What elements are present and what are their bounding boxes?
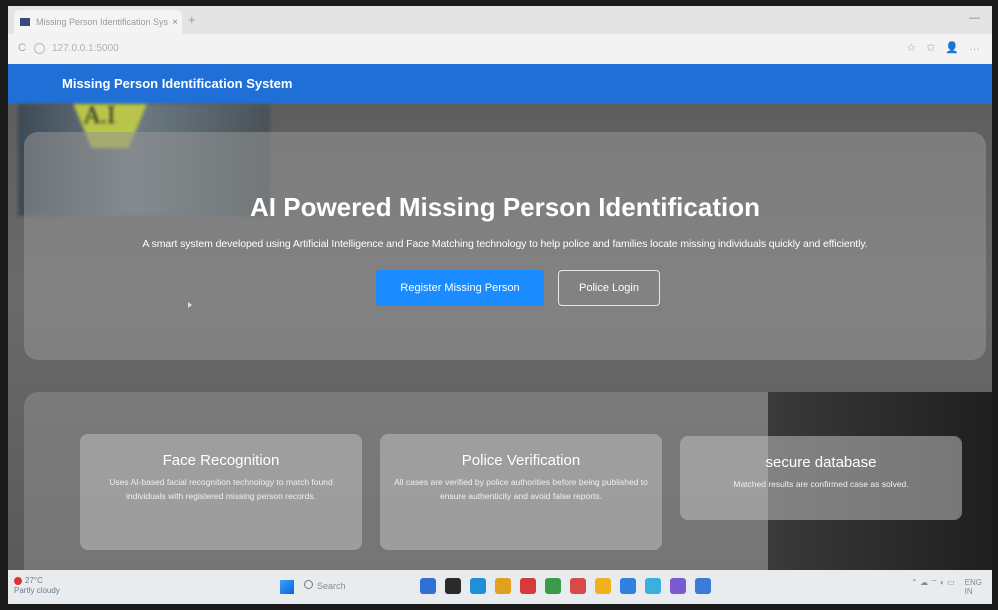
weather-condition: Partly cloudy — [14, 586, 60, 595]
site-info-icon[interactable] — [34, 43, 45, 54]
taskbar-app-icon[interactable] — [495, 578, 511, 594]
tab-strip: Missing Person Identification Syst × + — — [8, 6, 992, 34]
reload-icon[interactable]: C — [18, 42, 26, 54]
toolbar-icons: ☆ ✩ 👤 … — [906, 41, 980, 54]
site-navbar: Missing Person Identification System — [8, 64, 992, 104]
taskbar-search[interactable]: Search — [304, 580, 346, 591]
new-tab-button[interactable]: + — [188, 12, 196, 27]
language-indicator[interactable]: ENG IN — [965, 578, 982, 596]
mouse-cursor-icon — [188, 302, 192, 308]
profile-icon[interactable]: 👤 — [945, 41, 959, 54]
feature-text: Uses AI-based facial recognition technol… — [109, 477, 333, 501]
favorites-icon[interactable]: ✩ — [926, 41, 935, 54]
pinned-apps — [420, 578, 711, 594]
taskbar-app-icon[interactable] — [645, 578, 661, 594]
taskbar-app-icon[interactable] — [520, 578, 536, 594]
url-field[interactable]: 127.0.0.1:5000 — [52, 43, 119, 54]
feature-card-police-verification: Police Verification All cases are verifi… — [380, 434, 662, 550]
police-login-button[interactable]: Police Login — [558, 270, 660, 306]
taskbar-app-icon[interactable] — [595, 578, 611, 594]
feature-card-face-recognition: Face Recognition Uses AI-based facial re… — [80, 434, 362, 550]
register-missing-person-button[interactable]: Register Missing Person — [376, 270, 544, 306]
taskbar-app-icon[interactable] — [470, 578, 486, 594]
tray-icons[interactable]: ⌃ ☁ ⌔ ◐ ▭ — [911, 578, 955, 596]
feature-card-secure-database: secure database Matched results are conf… — [680, 436, 962, 520]
taskbar-app-icon[interactable] — [670, 578, 686, 594]
page-body: A.I AI Powered Missing Person Identifica… — [8, 104, 992, 592]
windows-start-icon[interactable] — [280, 580, 294, 594]
feature-text: All cases are verified by police authori… — [394, 477, 648, 501]
favicon-icon — [20, 18, 30, 26]
browser-window: Missing Person Identification Syst × + —… — [8, 6, 992, 604]
favorite-icon[interactable]: ☆ — [906, 41, 916, 54]
taskbar-app-icon[interactable] — [620, 578, 636, 594]
system-tray: ⌃ ☁ ⌔ ◐ ▭ ENG IN — [911, 578, 982, 596]
search-icon — [304, 580, 313, 589]
address-bar: C 127.0.0.1:5000 ☆ ✩ 👤 … — [8, 34, 992, 64]
taskbar-app-icon[interactable] — [420, 578, 436, 594]
close-tab-icon[interactable]: × — [168, 17, 182, 28]
weather-alert-icon — [14, 576, 22, 585]
feature-text: Matched results are confirmed case as so… — [733, 479, 909, 489]
sign-text: A.I — [84, 104, 116, 129]
taskbar-app-icon[interactable] — [445, 578, 461, 594]
hero-title: AI Powered Missing Person Identification — [250, 192, 760, 222]
more-icon[interactable]: … — [969, 41, 980, 54]
feature-title: Police Verification — [461, 452, 581, 469]
tab-title: Missing Person Identification Syst — [36, 17, 168, 27]
feature-title: Face Recognition — [162, 452, 280, 469]
weather-widget[interactable]: 27°C Partly cloudy — [14, 576, 60, 596]
minimize-button[interactable]: — — [969, 12, 980, 24]
taskbar-app-icon[interactable] — [545, 578, 561, 594]
brand-title[interactable]: Missing Person Identification System — [62, 76, 292, 91]
temperature: 27°C — [25, 576, 43, 585]
taskbar-app-icon[interactable] — [570, 578, 586, 594]
hero-subtitle: A smart system developed using Artificia… — [142, 238, 868, 250]
taskbar-app-icon[interactable] — [695, 578, 711, 594]
windows-taskbar: 27°C Partly cloudy Search ⌃ ☁ ⌔ ◐ ▭ ENG I… — [8, 570, 992, 604]
feature-title: secure database — [765, 454, 877, 471]
search-label: Search — [317, 581, 346, 591]
browser-tab[interactable]: Missing Person Identification Syst × — [14, 10, 182, 34]
hero-panel: AI Powered Missing Person Identification… — [24, 132, 986, 360]
